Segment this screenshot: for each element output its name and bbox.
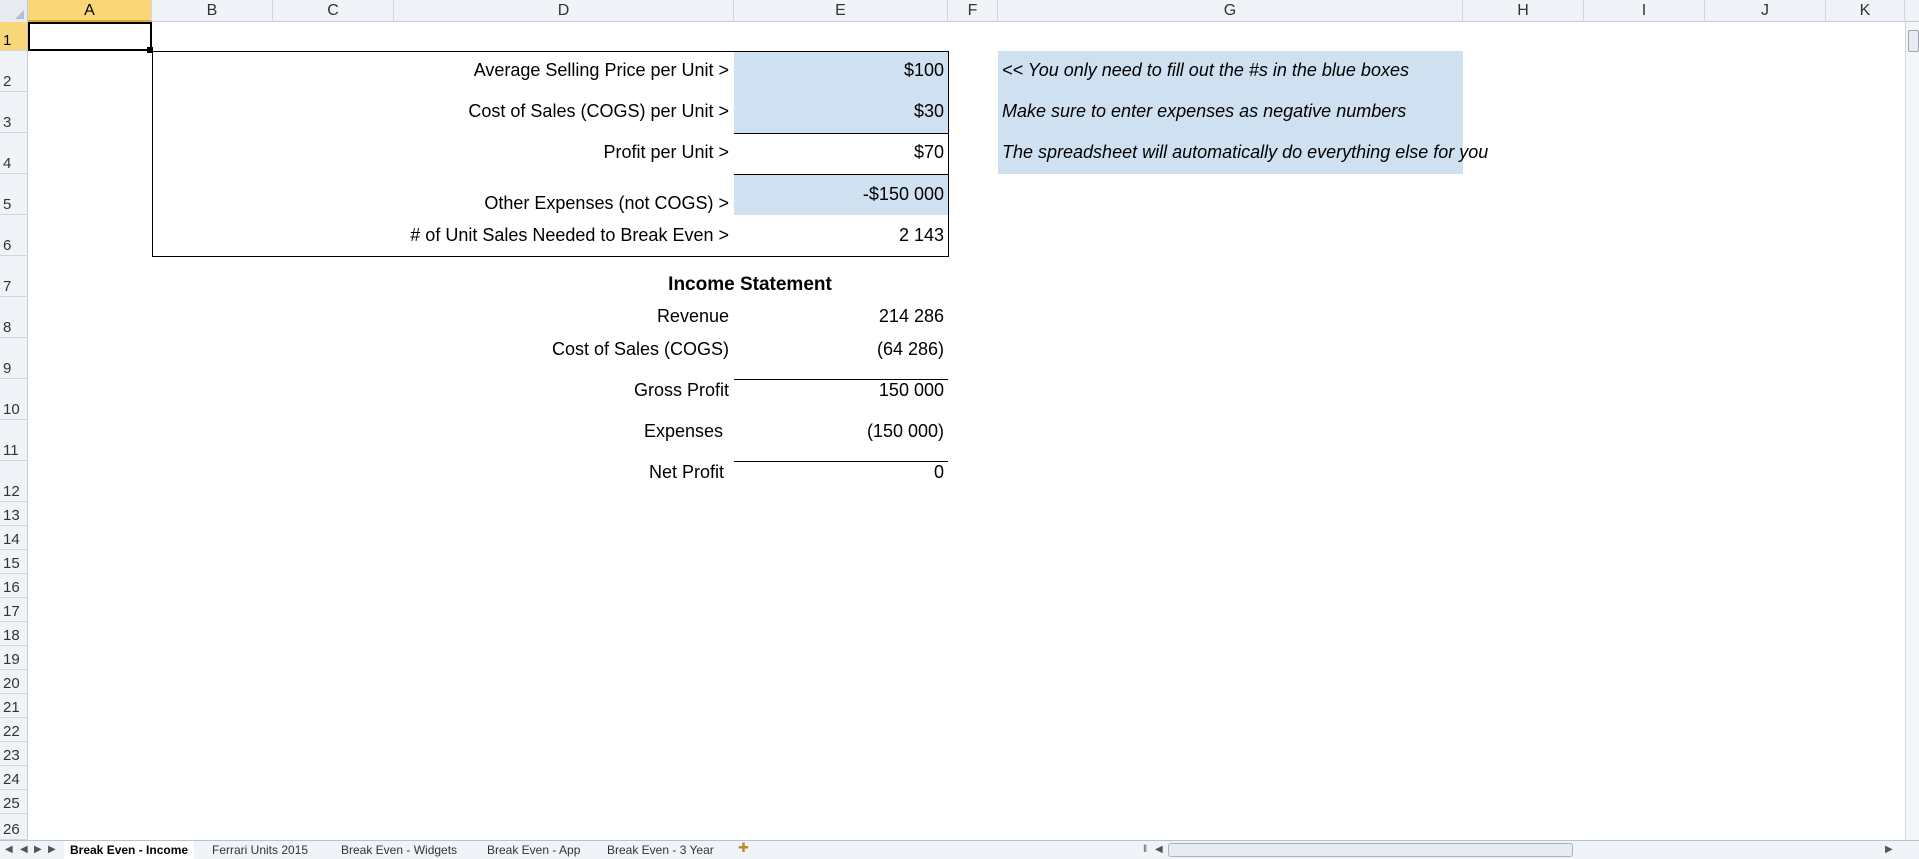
column-header-d[interactable]: D [394, 0, 734, 22]
cogs-per-unit-value[interactable]: $30 [914, 101, 944, 122]
row-header-6[interactable]: 6 [0, 215, 28, 256]
column-header-e[interactable]: E [734, 0, 948, 22]
column-header-bar: A B C D E F G H I J K [0, 0, 1919, 22]
row-header-11[interactable]: 11 [0, 420, 28, 461]
sheet-tab-ferrari-units[interactable]: Ferrari Units 2015 [212, 841, 308, 859]
income-statement-title: Income Statement [668, 274, 832, 295]
row-header-9[interactable]: 9 [0, 338, 28, 379]
row-header-2[interactable]: 2 [0, 51, 28, 92]
divider-line [734, 174, 948, 175]
gross-profit-value[interactable]: 150 000 [879, 380, 944, 401]
row-header-10[interactable]: 10 [0, 379, 28, 420]
net-profit-line [734, 461, 948, 462]
sheet-tab-break-even-app[interactable]: Break Even - App [487, 841, 580, 859]
other-expenses-label: Other Expenses (not COGS) > [484, 193, 729, 213]
column-header-g[interactable]: G [998, 0, 1463, 22]
first-sheet-icon[interactable]: ◀ [5, 844, 13, 856]
row-header-23[interactable]: 23 [0, 742, 28, 766]
cogs-per-unit-label: Cost of Sales (COGS) per Unit > [468, 101, 729, 121]
row-header-7[interactable]: 7 [0, 256, 28, 297]
select-all-corner[interactable] [0, 0, 28, 22]
column-header-c[interactable]: C [273, 0, 394, 22]
last-sheet-icon[interactable]: ▶ [48, 844, 56, 856]
tab-split-handle-icon[interactable]: ‖ [1143, 844, 1147, 856]
cogs-value[interactable]: (64 286) [877, 339, 944, 360]
row-header-16[interactable]: 16 [0, 574, 28, 598]
active-cell-a1[interactable] [28, 22, 152, 51]
divider-line [734, 133, 948, 134]
column-header-f[interactable]: F [948, 0, 998, 22]
vertical-scrollbar[interactable] [1905, 22, 1919, 840]
expenses-value[interactable]: (150 000) [867, 421, 944, 442]
gross-profit-label: Gross Profit [633, 380, 729, 400]
column-header-a[interactable]: A [28, 0, 152, 22]
note-automatic: The spreadsheet will automatically do ev… [1002, 142, 1489, 162]
break-even-value[interactable]: 2 143 [899, 225, 944, 246]
column-header-k[interactable]: K [1826, 0, 1905, 22]
scroll-right-icon[interactable]: ▶ [1885, 844, 1893, 856]
row-header-3[interactable]: 3 [0, 92, 28, 133]
avg-price-label: Average Selling Price per Unit > [473, 60, 729, 80]
scroll-left-icon[interactable]: ◀ [1155, 844, 1163, 856]
next-sheet-icon[interactable]: ▶ [34, 844, 42, 856]
column-header-i[interactable]: I [1584, 0, 1705, 22]
note-negative-expenses: Make sure to enter expenses as negative … [1002, 101, 1407, 121]
sheet-tab-break-even-widgets[interactable]: Break Even - Widgets [341, 841, 457, 859]
revenue-value[interactable]: 214 286 [879, 306, 944, 327]
row-header-13[interactable]: 13 [0, 502, 28, 526]
column-header-h[interactable]: H [1463, 0, 1584, 22]
row-header-18[interactable]: 18 [0, 622, 28, 646]
row-header-5[interactable]: 5 [0, 174, 28, 215]
sheet-tab-break-even-3-year[interactable]: Break Even - 3 Year [607, 841, 714, 859]
row-header-21[interactable]: 21 [0, 694, 28, 718]
row-header-4[interactable]: 4 [0, 133, 28, 174]
row-header-15[interactable]: 15 [0, 550, 28, 574]
avg-price-value[interactable]: $100 [904, 60, 944, 81]
row-header-17[interactable]: 17 [0, 598, 28, 622]
cogs-label: Cost of Sales (COGS) [551, 339, 729, 359]
revenue-label: Revenue [656, 306, 729, 326]
row-header-19[interactable]: 19 [0, 646, 28, 670]
row-header-1[interactable]: 1 [0, 22, 28, 51]
column-header-b[interactable]: B [152, 0, 273, 22]
row-header-14[interactable]: 14 [0, 526, 28, 550]
row-header-20[interactable]: 20 [0, 670, 28, 694]
note-fill-blue-boxes: << You only need to fill out the #s in t… [1002, 60, 1409, 80]
row-header-24[interactable]: 24 [0, 766, 28, 790]
vertical-scroll-thumb[interactable] [1908, 30, 1919, 52]
break-even-label: # of Unit Sales Needed to Break Even > [410, 225, 729, 245]
row-header-26[interactable]: 26 [0, 814, 28, 840]
profit-per-unit-value[interactable]: $70 [914, 142, 944, 163]
horizontal-scroll-thumb[interactable] [1168, 843, 1573, 857]
row-header-22[interactable]: 22 [0, 718, 28, 742]
prev-sheet-icon[interactable]: ◀ [20, 844, 28, 856]
net-profit-label: Net Profit [648, 462, 724, 482]
net-profit-value[interactable]: 0 [934, 462, 944, 483]
row-header-12[interactable]: 12 [0, 461, 28, 502]
insert-sheet-icon[interactable]: ✚ [738, 841, 749, 854]
row-header-8[interactable]: 8 [0, 297, 28, 338]
profit-per-unit-label: Profit per Unit > [603, 142, 729, 162]
expenses-label: Expenses [643, 421, 723, 441]
sheet-tab-break-even-income[interactable]: Break Even - Income [64, 841, 195, 859]
column-header-j[interactable]: J [1705, 0, 1826, 22]
sheet-tab-bar: ◀ ◀ ▶ ▶ Break Even - Income Ferrari Unit… [0, 840, 1919, 859]
other-expenses-value[interactable]: -$150 000 [863, 184, 944, 205]
row-header-25[interactable]: 25 [0, 790, 28, 814]
